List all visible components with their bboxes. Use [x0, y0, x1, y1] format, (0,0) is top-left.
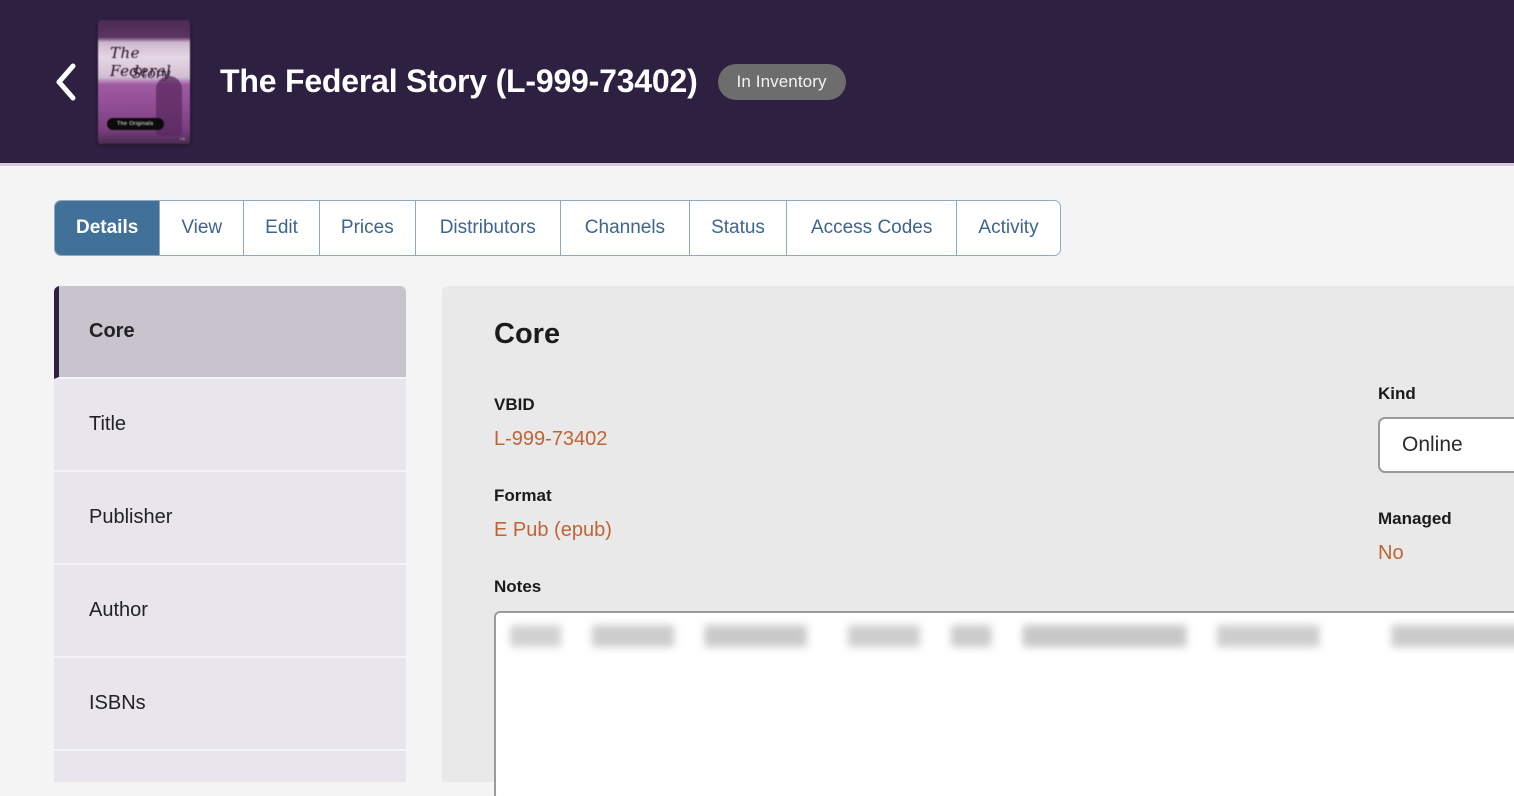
sidebar-item-label: ISBNs: [89, 692, 146, 714]
sidebar-item-title[interactable]: Title: [54, 379, 406, 472]
content-area: Core Title Publisher Author ISBNs Core V…: [0, 286, 1514, 796]
cover-corner-mark: LB: [180, 135, 185, 141]
kind-select-value: Online: [1402, 433, 1463, 456]
sidebar-item-label: Title: [89, 413, 127, 435]
sidebar-item-next[interactable]: [54, 751, 406, 782]
chevron-left-icon: [53, 62, 79, 102]
tab-edit[interactable]: Edit: [244, 201, 320, 255]
managed-label: Managed: [1378, 509, 1452, 528]
vbid-label: VBID: [494, 395, 535, 414]
sidebar-item-publisher[interactable]: Publisher: [54, 472, 406, 565]
tab-status[interactable]: Status: [690, 201, 787, 255]
page-title: The Federal Story (L-999-73402): [220, 63, 698, 99]
tab-bar: Details View Edit Prices Distributors Ch…: [0, 166, 1514, 450]
tab-details[interactable]: Details: [55, 201, 161, 255]
vbid-value[interactable]: L-999-73402: [494, 428, 1514, 451]
sidebar-item-author[interactable]: Author: [54, 565, 406, 658]
kind-label: Kind: [1378, 384, 1416, 403]
notes-label: Notes: [494, 577, 542, 596]
panel-heading: Core: [494, 318, 561, 350]
tab-channels[interactable]: Channels: [560, 201, 691, 255]
tab-activity[interactable]: Activity: [957, 201, 1060, 255]
section-sidebar: Core Title Publisher Author ISBNs: [54, 286, 406, 782]
status-badge: In Inventory: [717, 63, 846, 100]
sidebar-item-label: Core: [89, 320, 135, 342]
notes-redacted-text: [510, 625, 1514, 647]
managed-value[interactable]: No: [1378, 542, 1514, 565]
sidebar-item-label: Publisher: [89, 506, 173, 528]
back-button[interactable]: [44, 60, 88, 104]
tab-view[interactable]: View: [160, 201, 245, 255]
cover-series-pill: The Originals: [107, 117, 164, 130]
app-header: The Federal Story The Originals LB The F…: [0, 0, 1514, 166]
tab-group: Details View Edit Prices Distributors Ch…: [54, 200, 1061, 256]
tab-prices[interactable]: Prices: [319, 201, 416, 255]
tab-distributors[interactable]: Distributors: [415, 201, 561, 255]
format-value[interactable]: E Pub (epub): [494, 519, 1514, 542]
tab-access-codes[interactable]: Access Codes: [786, 201, 958, 255]
sidebar-item-label: Author: [89, 599, 148, 621]
kind-select[interactable]: Online: [1378, 417, 1514, 473]
notes-textarea[interactable]: [494, 611, 1514, 796]
details-panel: Core VBID L-999-73402 Format E Pub (epub…: [442, 286, 1514, 796]
panel-right-column: Kind Online Managed No: [1378, 384, 1514, 600]
book-cover-thumbnail[interactable]: The Federal Story The Originals LB: [98, 19, 190, 144]
sidebar-item-core[interactable]: Core: [54, 286, 406, 379]
format-label: Format: [494, 486, 552, 505]
sidebar-item-isbns[interactable]: ISBNs: [54, 658, 406, 751]
